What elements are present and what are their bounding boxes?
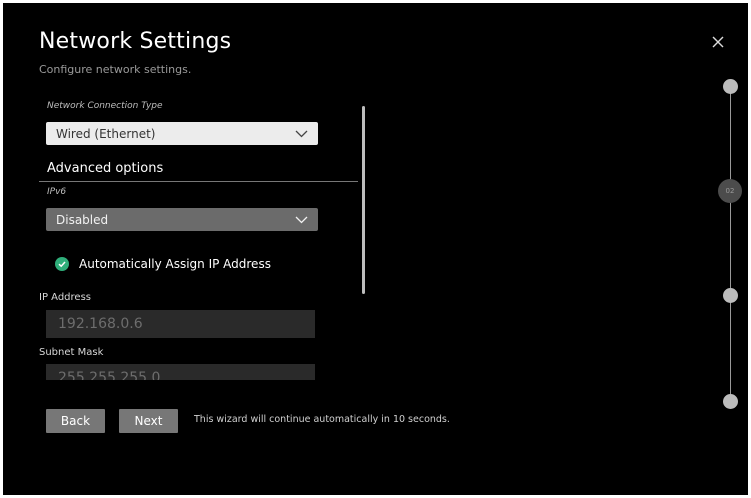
connection-type-select[interactable]: Wired (Ethernet) <box>46 122 318 145</box>
step-indicator-3 <box>723 288 738 303</box>
page-subtitle: Configure network settings. <box>39 63 192 76</box>
ipv6-label: IPv6 <box>47 187 67 197</box>
step-indicator-4 <box>723 394 738 409</box>
close-icon[interactable] <box>709 33 727 51</box>
advanced-options-heading: Advanced options <box>47 161 164 176</box>
step-indicator-1 <box>723 79 738 94</box>
subnet-mask-field[interactable]: 255.255.255.0 <box>46 364 315 380</box>
tv-screen: Network Settings Configure network setti… <box>3 3 748 495</box>
ip-address-field[interactable]: 192.168.0.6 <box>46 310 315 338</box>
next-button[interactable]: Next <box>119 409 178 433</box>
chevron-down-icon <box>295 216 308 223</box>
back-button[interactable]: Back <box>46 409 105 433</box>
ipv6-select[interactable]: Disabled <box>46 208 318 231</box>
connection-type-label: Network Connection Type <box>47 101 163 111</box>
auto-assign-ip-label: Automatically Assign IP Address <box>79 257 271 271</box>
step-indicator-current: 02 <box>718 179 742 203</box>
auto-assign-ip-checkbox[interactable]: Automatically Assign IP Address <box>55 257 271 271</box>
ipv6-value: Disabled <box>56 212 109 227</box>
settings-form: Network Connection Type Wired (Ethernet)… <box>3 95 373 380</box>
step-progress-line <box>730 85 731 403</box>
page-title: Network Settings <box>39 29 232 54</box>
chevron-down-icon <box>295 130 308 137</box>
form-scrollbar[interactable] <box>362 106 365 294</box>
connection-type-value: Wired (Ethernet) <box>56 126 156 141</box>
section-divider <box>39 181 358 182</box>
subnet-mask-label: Subnet Mask <box>39 347 104 358</box>
check-icon <box>55 257 69 271</box>
ip-address-label: IP Address <box>39 292 91 303</box>
wizard-countdown-note: This wizard will continue automatically … <box>194 414 450 425</box>
